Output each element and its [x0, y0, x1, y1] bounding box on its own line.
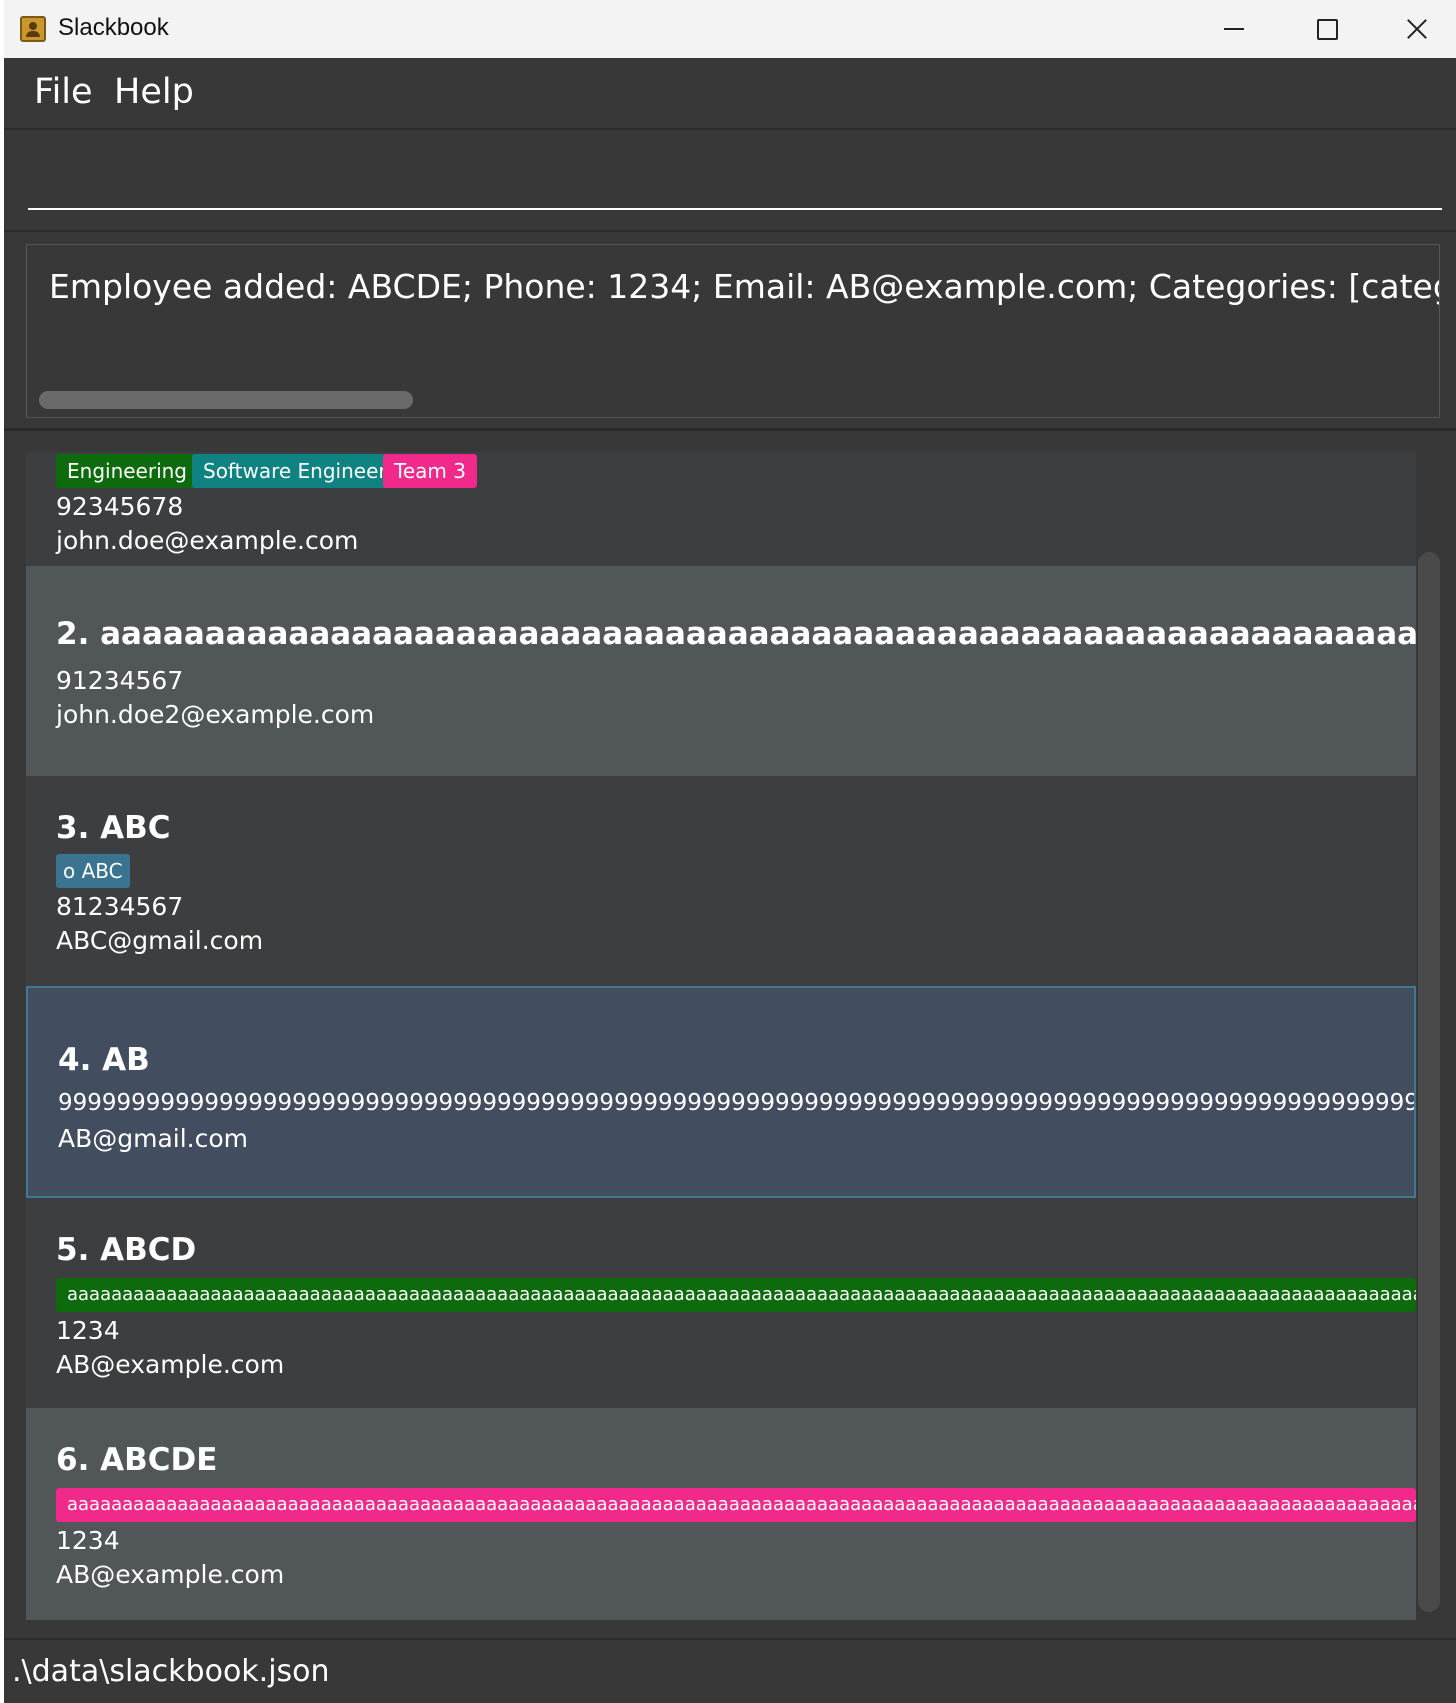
window-title: Slackbook: [58, 14, 169, 41]
category-tag: Team 3: [383, 454, 477, 488]
category-tag: Software Engineer: [192, 454, 398, 488]
menu-file[interactable]: File: [34, 72, 93, 112]
category-tag: Engineering: [56, 454, 198, 488]
employee-email: john.doe2@example.com: [56, 700, 375, 729]
employee-card[interactable]: 6. ABCDE aaaaaaaaaaaaaaaaaaaaaaaaaaaaaaa…: [26, 1408, 1416, 1620]
save-file-path: .\data\slackbook.json: [12, 1654, 330, 1689]
employee-phone: 1234: [56, 1526, 120, 1555]
result-display-panel: Employee added: ABCDE; Phone: 1234; Emai…: [4, 232, 1456, 431]
employee-phone: 1234: [56, 1316, 120, 1345]
employee-name: 3. ABC: [56, 810, 171, 846]
maximize-button[interactable]: [1280, 0, 1370, 58]
employee-list[interactable]: Engineering Software Engineer Team 3 923…: [26, 452, 1416, 1620]
employee-card[interactable]: 2. aaaaaaaaaaaaaaaaaaaaaaaaaaaaaaaaaaaaa…: [26, 566, 1416, 776]
employee-email: AB@example.com: [56, 1350, 285, 1379]
address-book-icon: [20, 16, 46, 42]
employee-name: 5. ABCD: [56, 1232, 197, 1268]
result-message: Employee added: ABCDE; Phone: 1234; Emai…: [49, 267, 1439, 306]
employee-phone: 91234567: [56, 666, 184, 695]
close-button[interactable]: [1372, 0, 1456, 58]
menu-bar: File Help: [4, 58, 1456, 130]
vertical-scrollbar[interactable]: [1418, 552, 1440, 1612]
employee-phone: 81234567: [56, 892, 184, 921]
employee-phone: 9999999999999999999999999999999999999999…: [58, 1090, 1416, 1116]
employee-card[interactable]: Engineering Software Engineer Team 3 923…: [26, 452, 1416, 566]
app-window: Slackbook File Help Employee added: ABCD…: [4, 0, 1456, 1703]
employee-email: AB@example.com: [56, 1560, 285, 1589]
menu-help[interactable]: Help: [114, 72, 194, 112]
employee-card[interactable]: 3. ABC o ABC 81234567 ABC@gmail.com: [26, 776, 1416, 986]
employee-phone: 92345678: [56, 492, 184, 521]
command-box: [4, 130, 1456, 232]
employee-email: ABC@gmail.com: [56, 926, 264, 955]
minimize-button[interactable]: [1188, 0, 1278, 58]
title-bar[interactable]: Slackbook: [4, 0, 1456, 59]
employee-email: AB@gmail.com: [58, 1124, 249, 1153]
employee-card-selected[interactable]: 4. AB 9999999999999999999999999999999999…: [26, 986, 1416, 1198]
category-tag: aaaaaaaaaaaaaaaaaaaaaaaaaaaaaaaaaaaaaaaa…: [56, 1488, 1416, 1522]
employee-card[interactable]: 5. ABCD aaaaaaaaaaaaaaaaaaaaaaaaaaaaaaaa…: [26, 1198, 1416, 1408]
status-bar: .\data\slackbook.json: [4, 1638, 1456, 1703]
category-tag: aaaaaaaaaaaaaaaaaaaaaaaaaaaaaaaaaaaaaaaa…: [56, 1278, 1416, 1312]
horizontal-scrollbar[interactable]: [39, 391, 413, 409]
category-tag: o ABC: [56, 854, 130, 888]
employee-name: 6. ABCDE: [56, 1442, 218, 1478]
employee-name: 4. AB: [58, 1042, 150, 1078]
employee-name: 2. aaaaaaaaaaaaaaaaaaaaaaaaaaaaaaaaaaaaa…: [56, 616, 1416, 652]
result-display[interactable]: Employee added: ABCDE; Phone: 1234; Emai…: [26, 244, 1440, 418]
command-input[interactable]: [28, 150, 1442, 210]
employee-email: john.doe@example.com: [56, 526, 359, 555]
